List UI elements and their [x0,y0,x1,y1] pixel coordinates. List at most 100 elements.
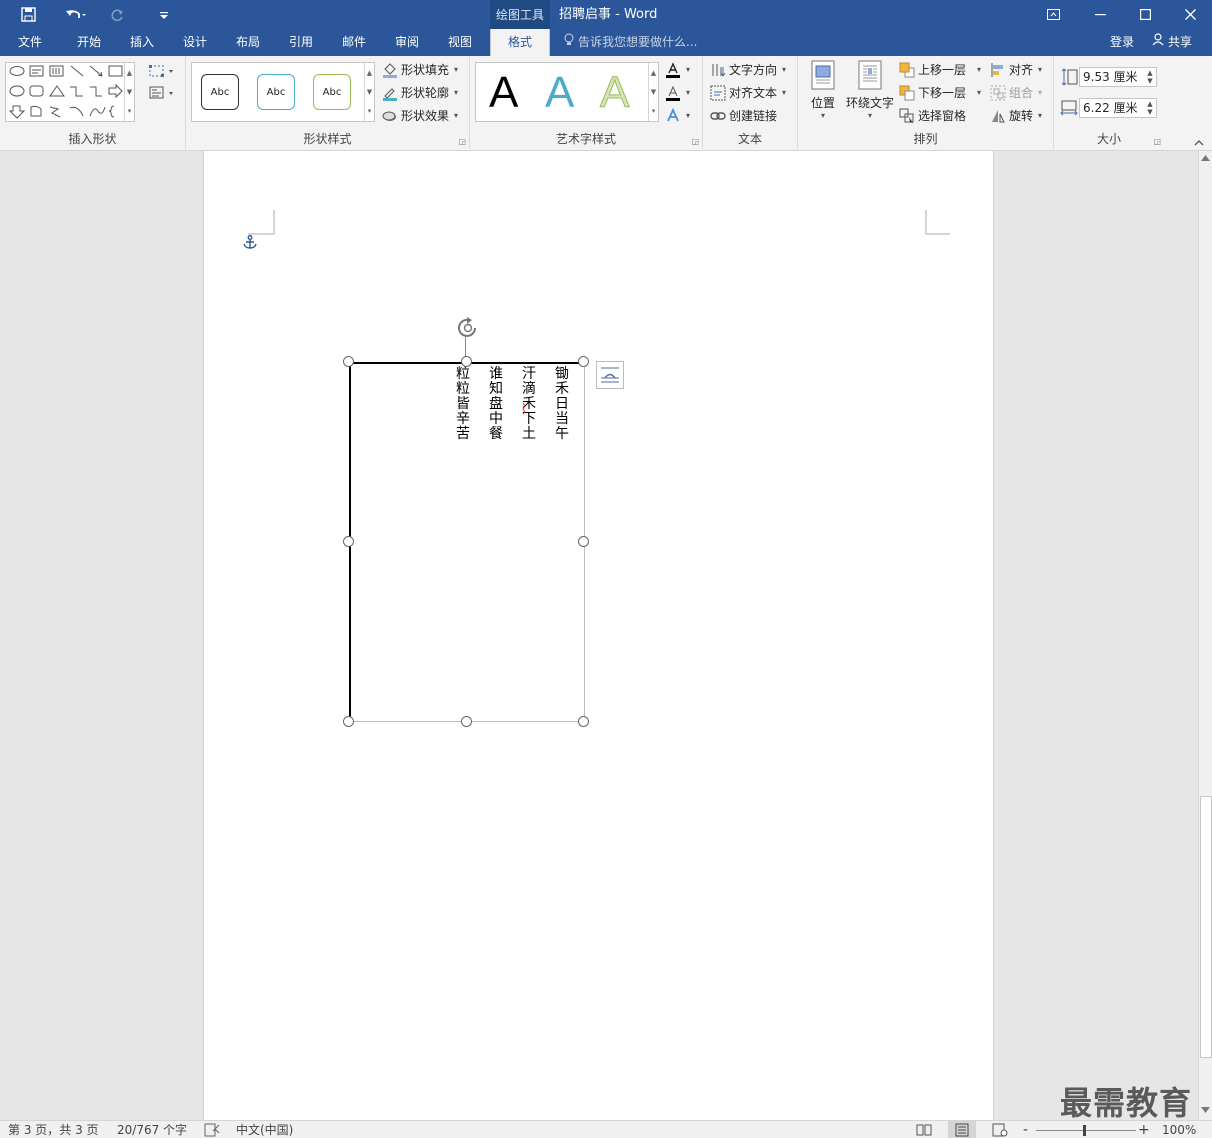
shape-style-preset-2[interactable]: Abc [257,74,295,110]
tab-design[interactable]: 设计 [170,29,220,56]
selection-pane-button[interactable]: 选择窗格 [899,106,966,126]
document-page[interactable]: 锄禾日当午 汗滴禾下土 谁知盘中餐 粒粒皆辛苦 [203,151,994,1120]
tab-insert[interactable]: 插入 [117,29,167,56]
shape-style-preset-3[interactable]: Abc [313,74,351,110]
draw-textbox-icon[interactable] [149,86,175,103]
lightbulb-icon [564,29,574,56]
shape-width-input[interactable]: 6.22 厘米 ▲ ▼ [1079,98,1157,118]
vertical-text-box[interactable]: 锄禾日当午 汗滴禾下土 谁知盘中餐 粒粒皆辛苦 [349,362,587,724]
print-layout-icon[interactable] [948,1121,976,1138]
send-backward-icon [899,85,915,101]
zoom-slider[interactable] [1036,1125,1136,1136]
rotate-button[interactable]: 旋转 ▾ [990,106,1042,126]
text-outline-button[interactable]: ▾ [665,83,690,103]
ribbon-display-options-icon[interactable] [1030,0,1076,29]
ribbon-tab-bar: 文件 开始 插入 设计 布局 引用 邮件 审阅 视图 格式 告诉我您想要做什么.… [0,29,1212,56]
tab-file[interactable]: 文件 [6,29,54,56]
group-label-arrange: 排列 [913,132,938,146]
shape-height-spinner[interactable]: ▲ ▼ [1144,68,1156,86]
tab-references[interactable]: 引用 [276,29,326,56]
tell-me-box[interactable]: 告诉我您想要做什么... [564,29,697,56]
shape-effects-button[interactable]: 形状效果 ▾ [382,106,458,126]
shape-outline-button[interactable]: 形状轮廓 ▾ [382,83,458,103]
group-shape-styles: Abc Abc Abc ▲ ▼ ▾ 形状填充 ▾ 形状轮廓 ▾ 形状效果 ▾ 形状样式 ◲ [186,56,470,149]
resize-handle-bottom-left[interactable] [343,716,354,727]
rotate-handle-icon[interactable] [455,317,481,342]
shape-gallery[interactable]: ▲ ▼ ▾ [5,62,135,122]
vertical-scrollbar[interactable] [1198,151,1212,1120]
minimize-icon[interactable] [1077,0,1123,29]
tab-format[interactable]: 格式 [490,29,550,56]
align-text-icon [710,85,726,101]
collapse-ribbon-icon[interactable] [1194,136,1204,150]
shape-style-preset-1[interactable]: Abc [201,74,239,110]
zoom-slider-thumb[interactable] [1083,1125,1086,1136]
web-layout-icon[interactable] [992,1123,1008,1138]
align-text-button[interactable]: 对齐文本 ▾ [710,83,786,103]
wordart-preset-olive[interactable]: A [599,67,629,119]
shape-fill-button[interactable]: 形状填充 ▾ [382,60,458,80]
text-fill-icon [665,62,681,78]
align-button[interactable]: 对齐 ▾ [990,60,1042,80]
resize-handle-right[interactable] [578,536,589,547]
send-backward-button[interactable]: 下移一层 ▾ [899,83,981,103]
customize-toolbar-icon[interactable] [150,0,178,29]
resize-handle-left[interactable] [343,536,354,547]
wordart-gallery[interactable]: A A A ▲ ▼ ▾ [475,62,659,122]
login-link[interactable]: 登录 [1110,29,1134,56]
shape-style-gallery[interactable]: Abc Abc Abc ▲ ▼ ▾ [191,62,375,122]
shape-width-spinner[interactable]: ▲ ▼ [1144,99,1156,117]
wordart-styles-launcher-icon[interactable]: ◲ [691,137,699,146]
tab-home[interactable]: 开始 [64,29,114,56]
resize-handle-top-right[interactable] [578,356,589,367]
text-effects-button[interactable]: ▾ [665,106,690,126]
document-workspace: 锄禾日当午 汗滴禾下土 谁知盘中餐 粒粒皆辛苦 [0,151,1198,1120]
position-button[interactable]: 位置 ▾ [806,60,840,120]
tab-view[interactable]: 视图 [435,29,485,56]
zoom-out-icon[interactable]: - [1023,1121,1028,1138]
group-wordart-styles: A A A ▲ ▼ ▾ ▾ ▾ ▾ 艺术字样式 ◲ [470,56,703,149]
status-bar: 第 3 页，共 3 页 20/767 个字 中文(中国) - + 100% [0,1120,1212,1138]
proofing-icon[interactable] [204,1123,220,1138]
wrap-text-button[interactable]: 环绕文字 ▾ [844,60,896,120]
maximize-icon[interactable] [1122,0,1168,29]
read-mode-icon[interactable] [916,1123,932,1138]
poem-line-3[interactable]: 谁知盘中餐 [488,367,504,442]
scroll-down-icon[interactable] [1201,1107,1210,1113]
text-fill-button[interactable]: ▾ [665,60,690,80]
bring-forward-button[interactable]: 上移一层 ▾ [899,60,981,80]
poem-line-4[interactable]: 粒粒皆辛苦 [455,367,471,442]
word-count[interactable]: 20/767 个字 [117,1121,187,1138]
resize-handle-bottom-right[interactable] [578,716,589,727]
bring-forward-icon [899,62,915,78]
shape-height-input[interactable]: 9.53 厘米 ▲ ▼ [1079,67,1157,87]
shape-styles-launcher-icon[interactable]: ◲ [458,137,466,146]
page-count[interactable]: 第 3 页，共 3 页 [8,1121,99,1138]
scroll-up-icon[interactable] [1201,155,1210,161]
shape-style-scroll[interactable]: ▲ ▼ ▾ [364,63,374,121]
close-icon[interactable] [1167,0,1212,29]
wordart-preset-teal[interactable]: A [545,67,574,119]
text-direction-button[interactable]: 文字方向 ▾ [710,60,786,80]
resize-handle-top-left[interactable] [343,356,354,367]
wordart-preset-black[interactable]: A [489,67,518,119]
size-launcher-icon[interactable]: ◲ [1153,137,1161,146]
edit-shape-icon[interactable] [149,64,175,81]
wordart-gallery-scroll[interactable]: ▲ ▼ ▾ [648,63,658,121]
tab-mailings[interactable]: 邮件 [329,29,379,56]
layout-options-icon[interactable] [596,361,624,392]
scrollbar-thumb[interactable] [1200,796,1212,1058]
page-corner-mark-right [925,210,950,235]
tab-review[interactable]: 审阅 [382,29,432,56]
resize-handle-top[interactable] [461,356,472,367]
share-button[interactable]: 共享 [1152,29,1192,56]
resize-handle-bottom[interactable] [461,716,472,727]
wrap-text-label: 环绕文字 [845,96,894,110]
create-link-button[interactable]: 创建链接 [710,106,777,126]
poem-line-1[interactable]: 锄禾日当午 [554,367,570,442]
language-indicator[interactable]: 中文(中国) [236,1121,293,1138]
shape-gallery-scroll[interactable]: ▲ ▼ ▾ [124,63,134,121]
save-icon[interactable] [14,0,42,29]
tab-layout[interactable]: 布局 [223,29,273,56]
undo-icon[interactable] [58,0,94,29]
